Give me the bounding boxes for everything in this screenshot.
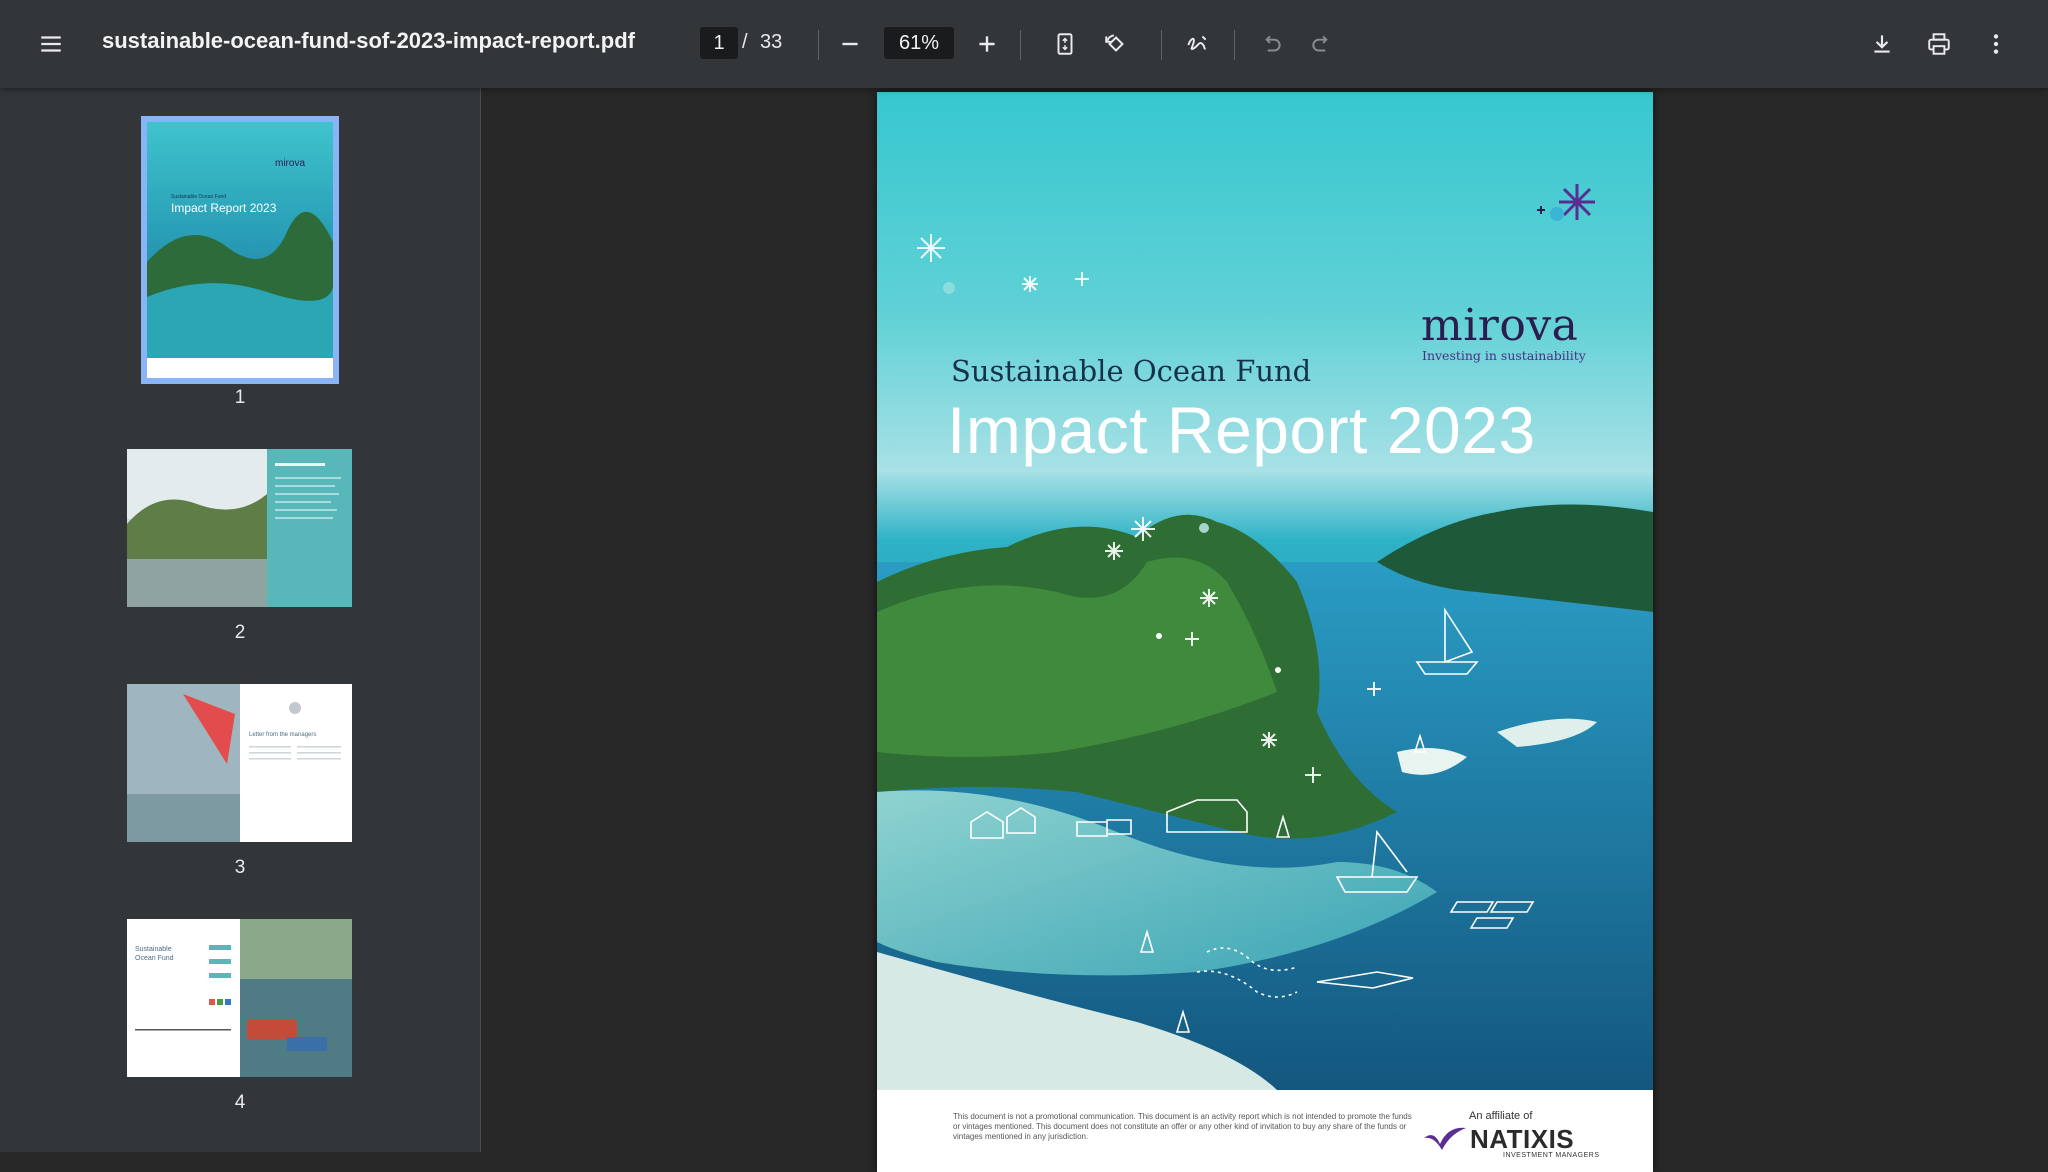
thumbnail-page-number: 4 [234,1092,246,1113]
document-viewer[interactable]: mirova Investing in sustainability Susta… [481,88,2048,1172]
rotate-button[interactable] [1096,24,1136,64]
zoom-out-button[interactable] [830,24,870,64]
more-vert-icon [1993,34,1999,54]
report-title: Impact Report 2023 [947,393,1536,467]
undo-icon [1265,35,1281,52]
thumbnail-image: Sustainable Ocean Fund [127,919,352,1077]
toolbar-divider [1234,30,1235,60]
affiliate-label: An affiliate of [1469,1110,1533,1122]
undo-button[interactable] [1251,24,1291,64]
thumbnail-page-number: 1 [234,387,246,408]
zoom-in-button[interactable] [967,24,1007,64]
svg-text:Ocean Fund: Ocean Fund [135,955,174,962]
print-button[interactable] [1919,24,1959,64]
page-number-input[interactable] [700,27,738,59]
rotate-icon [1105,34,1124,52]
svg-text:Sustainable: Sustainable [135,946,172,953]
download-icon [1874,35,1890,53]
annotate-button[interactable] [1177,24,1217,64]
page-separator: / [742,31,748,53]
fund-name: Sustainable Ocean Fund [951,354,1312,388]
toolbar-divider [818,30,819,60]
fit-page-icon [1057,33,1073,55]
total-pages: 33 [760,31,783,53]
mirova-logo-mark [1537,184,1595,221]
plus-icon [979,36,995,52]
natixis-logo-mark [1424,1127,1466,1150]
svg-text:Sustainable Ocean Fund: Sustainable Ocean Fund [171,194,226,200]
download-button[interactable] [1862,24,1902,64]
affiliate-subtitle: INVESTMENT MANAGERS [1503,1152,1600,1159]
more-options-button[interactable] [1976,24,2016,64]
document-title: sustainable-ocean-fund-sof-2023-impact-r… [102,28,635,53]
fit-page-button[interactable] [1045,24,1085,64]
svg-text:mirova: mirova [275,158,305,169]
thumbnail-image: Sustainable Ocean Fund Impact Report 202… [141,116,339,384]
toolbar-divider [1020,30,1021,60]
svg-text:Letter from the managers: Letter from the managers [249,732,316,738]
affiliate-brand: NATIXIS [1470,1124,1575,1154]
thumbnail-image [127,449,352,607]
thumbnail-image: Letter from the managers [127,684,352,842]
pdf-page-1: mirova Investing in sustainability Susta… [877,92,1653,1172]
redo-icon [1312,35,1328,52]
brand-name: mirova [1421,300,1579,351]
thumbnail-page-number: 3 [234,857,246,878]
thumbnail-page-number: 2 [234,622,246,643]
zoom-input[interactable] [884,27,954,59]
print-icon [1928,33,1950,55]
thumbnail-sidebar: Sustainable Ocean Fund Impact Report 202… [0,88,481,1152]
brand-tagline: Investing in sustainability [1422,348,1586,363]
toolbar-divider [1161,30,1162,60]
annotate-icon [1187,35,1207,50]
svg-text:Impact Report 2023: Impact Report 2023 [171,201,277,215]
hamburger-menu-icon[interactable] [31,24,71,64]
pdf-toolbar: sustainable-ocean-fund-sof-2023-impact-r… [0,0,2048,88]
redo-button[interactable] [1302,24,1342,64]
disclaimer-text: This document is not a promotional commu… [953,1112,1412,1141]
minus-icon [842,42,858,46]
